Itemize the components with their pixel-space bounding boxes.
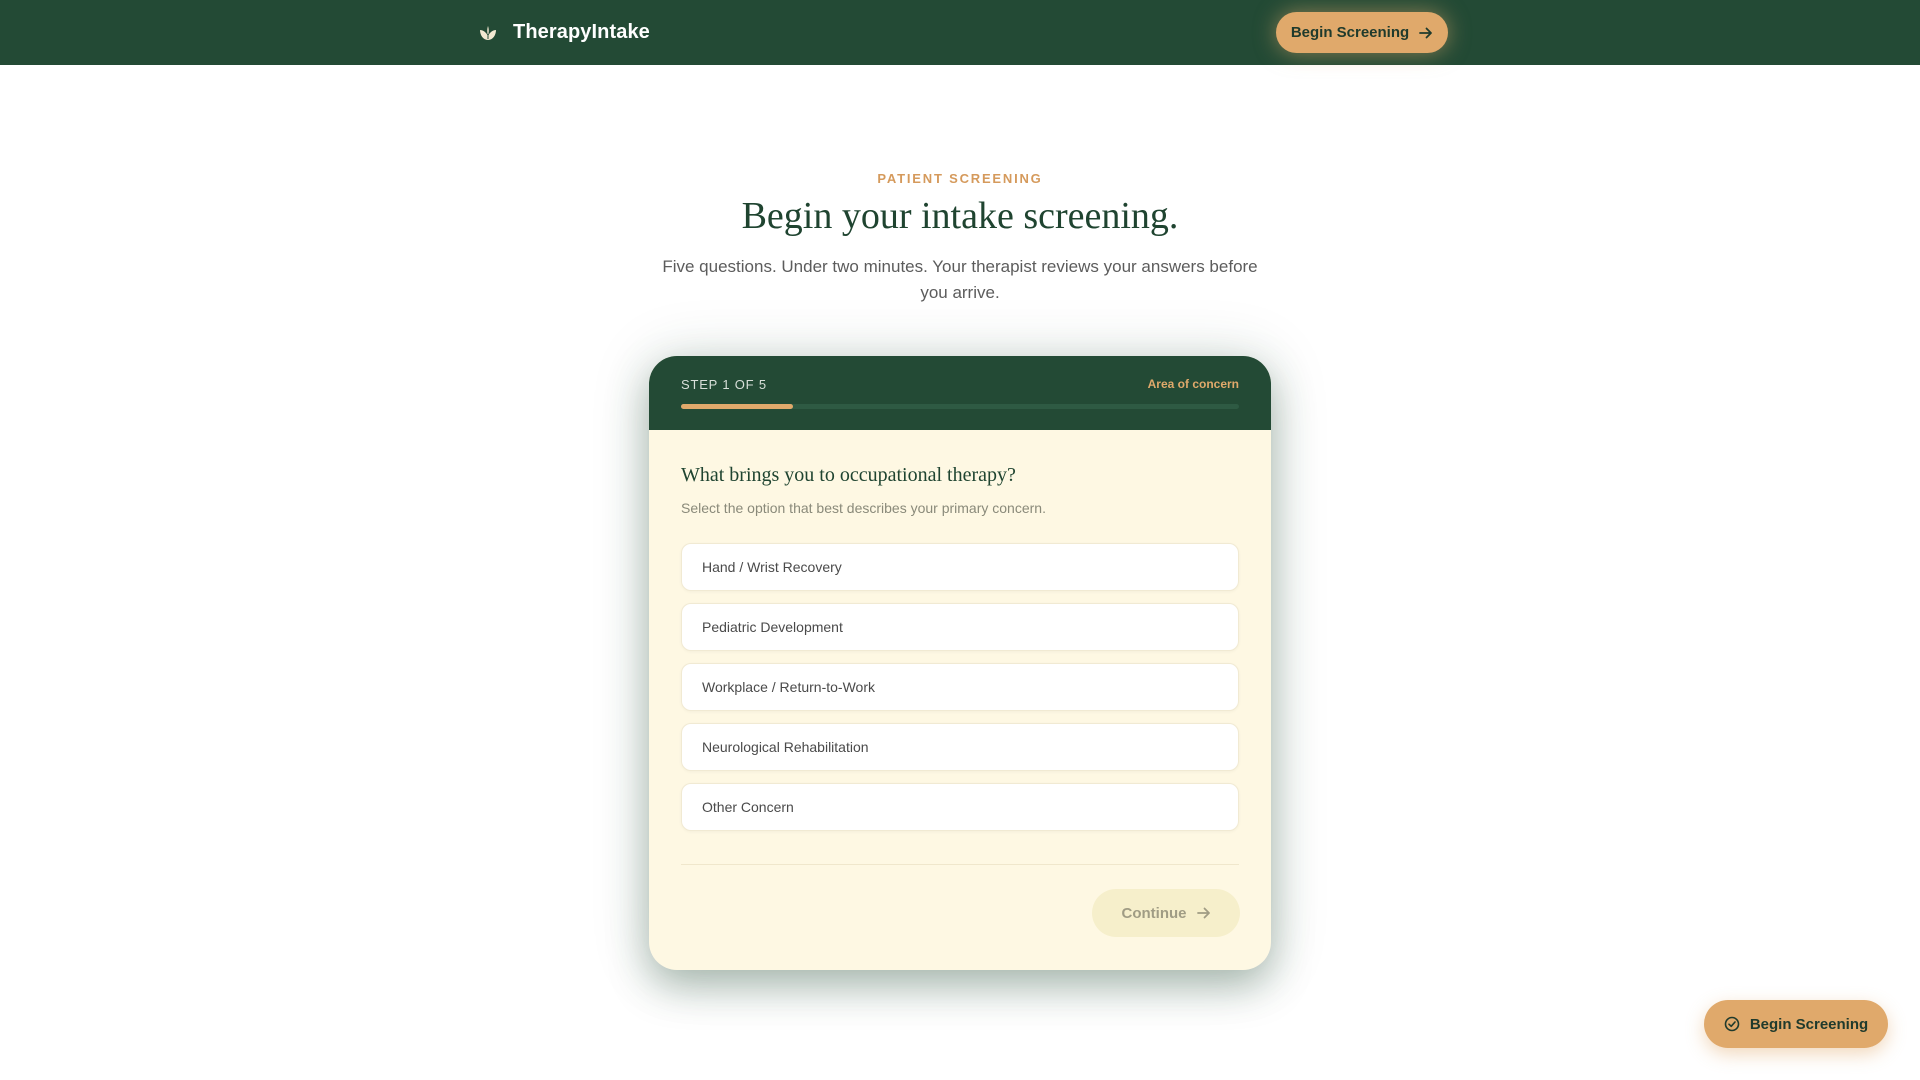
- card-header: STEP 1 OF 5 Area of concern: [649, 356, 1271, 430]
- option-label: Other Concern: [702, 799, 794, 815]
- brand-name: TherapyIntake: [513, 21, 650, 43]
- progress-bar-fill: [681, 404, 793, 409]
- option-neurological-rehabilitation[interactable]: Neurological Rehabilitation: [681, 723, 1239, 771]
- option-other-concern[interactable]: Other Concern: [681, 783, 1239, 831]
- option-hand-wrist-recovery[interactable]: Hand / Wrist Recovery: [681, 543, 1239, 591]
- option-list: Hand / Wrist Recovery Pediatric Developm…: [681, 543, 1239, 843]
- question-title: What brings you to occupational therapy?: [681, 464, 1016, 486]
- floating-begin-screening-button[interactable]: Begin Screening: [1704, 1000, 1888, 1048]
- option-label: Hand / Wrist Recovery: [702, 559, 842, 575]
- progress-bar: [681, 404, 1239, 409]
- option-label: Pediatric Development: [702, 619, 843, 635]
- question-hint: Select the option that best describes yo…: [681, 500, 1046, 516]
- begin-screening-label: Begin Screening: [1290, 24, 1410, 41]
- arrow-right-icon: [1196, 907, 1211, 919]
- screening-card: STEP 1 OF 5 Area of concern What brings …: [649, 356, 1271, 970]
- option-label: Workplace / Return-to-Work: [702, 679, 875, 695]
- hero-eyebrow: PATIENT SCREENING: [877, 171, 1043, 186]
- leaf-icon: [477, 22, 499, 44]
- continue-label: Continue: [1121, 904, 1187, 922]
- brand-logo[interactable]: TherapyIntake: [477, 0, 650, 65]
- step-name: Area of concern: [1147, 377, 1239, 391]
- continue-button[interactable]: Continue: [1092, 889, 1240, 937]
- navbar: TherapyIntake Begin Screening: [0, 0, 1920, 65]
- arrow-right-icon: [1419, 27, 1433, 39]
- option-workplace-return-to-work[interactable]: Workplace / Return-to-Work: [681, 663, 1239, 711]
- shield-check-icon: [1724, 1016, 1740, 1032]
- page-title: Begin your intake screening.: [741, 195, 1179, 237]
- begin-screening-button[interactable]: Begin Screening: [1276, 12, 1448, 53]
- step-indicator: STEP 1 OF 5: [681, 377, 767, 392]
- option-label: Neurological Rehabilitation: [702, 739, 869, 755]
- option-pediatric-development[interactable]: Pediatric Development: [681, 603, 1239, 651]
- card-divider: [681, 864, 1239, 865]
- floating-cta-label: Begin Screening: [1749, 1015, 1869, 1033]
- hero-subtitle: Five questions. Under two minutes. Your …: [662, 257, 1258, 302]
